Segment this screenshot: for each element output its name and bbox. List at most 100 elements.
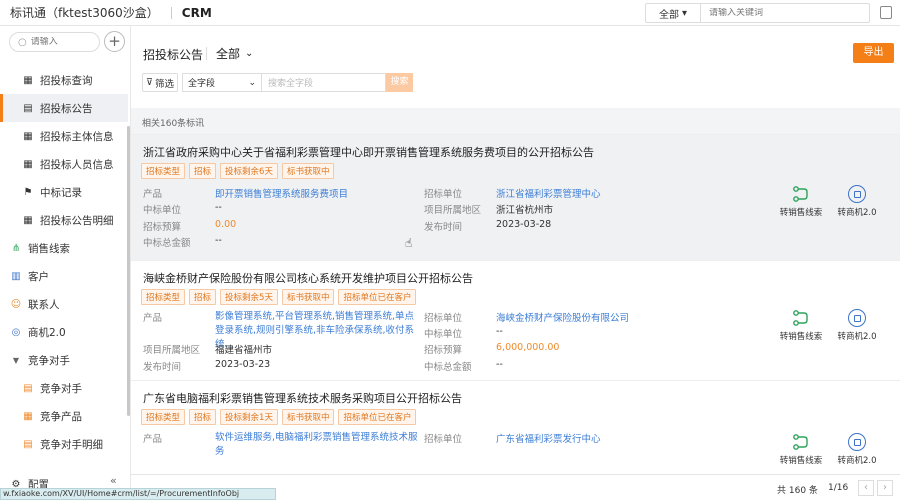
sidebar-item-bid-detail[interactable]: ▦ 招投标公告明细	[0, 206, 128, 234]
sidebar-item-label: 中标记录	[40, 186, 82, 199]
action-label: 转商机2.0	[837, 208, 877, 218]
to-opportunity-button[interactable]: 转商机2.0	[833, 309, 881, 342]
opportunity-icon	[848, 433, 866, 451]
tag: 招标	[189, 163, 217, 179]
to-sales-lead-button[interactable]: 转销售线索	[777, 433, 825, 466]
filter-label: 筛选	[154, 78, 174, 90]
search-scope-select[interactable]: 全部 ▾	[646, 4, 701, 22]
search-button[interactable]: 搜索	[386, 73, 413, 92]
tag: 招标单位已在客户	[338, 409, 417, 425]
sidebar-item-label: 竞争产品	[40, 410, 82, 423]
sidebar-item-bid-entity[interactable]: ▦ 招投标主体信息	[0, 122, 128, 150]
view-select-label: 全部	[216, 47, 241, 61]
document-icon: ▤	[23, 382, 33, 394]
sidebar-item-label: 竞争对手	[40, 382, 82, 395]
page-title: 招投标公告	[143, 48, 204, 62]
sidebar-item-competitor-detail[interactable]: ▤ 竞争对手明细	[0, 430, 128, 458]
filter-icon: ⊽	[146, 77, 153, 88]
tag: 招标类型	[141, 163, 186, 179]
bid-notice-card[interactable]: 浙江省政府采购中心关于省福利彩票管理中心即开票销售管理系统服务费项目的公开招标公…	[131, 134, 900, 260]
sidebar-scrollbar[interactable]	[127, 126, 130, 416]
to-sales-lead-button[interactable]: 转销售线索	[777, 185, 825, 218]
sidebar-item-label: 招投标公告	[40, 102, 93, 115]
card-title[interactable]: 海峡金桥财产保险股份有限公司核心系统开发维护项目公开招标公告	[143, 270, 473, 286]
convert-lead-icon	[793, 186, 808, 202]
sidebar-item-win-records[interactable]: ⚑ 中标记录	[0, 178, 128, 206]
tag: 投标剩余5天	[220, 289, 278, 305]
person-icon: ☺	[10, 298, 22, 310]
sidebar-item-label: 招投标主体信息	[40, 130, 114, 143]
sidebar-item-label: 招投标公告明细	[40, 214, 114, 227]
circle-icon: ◎	[11, 326, 21, 338]
convert-lead-icon	[793, 434, 808, 450]
global-search: 全部 ▾	[645, 3, 870, 23]
sidebar-item-competitors[interactable]: ▤ 竞争对手	[0, 374, 128, 402]
tag-list: 招标类型 招标 投标剩余5天 标书获取中 招标单位已在客户	[141, 289, 417, 305]
prev-page-button[interactable]: ‹	[858, 480, 874, 496]
sidebar-item-label: 联系人	[28, 298, 60, 311]
sidebar-item-label: 销售线索	[28, 242, 70, 255]
tag: 招标类型	[141, 409, 186, 425]
sidebar-item-label: 商机2.0	[28, 326, 66, 339]
to-opportunity-button[interactable]: 转商机2.0	[833, 185, 881, 218]
add-menu-button[interactable]: +	[104, 31, 125, 52]
tag: 招标	[189, 289, 217, 305]
chevron-down-icon: ▾	[681, 7, 688, 19]
opportunity-icon	[848, 309, 866, 327]
sidebar-item-competitor-products[interactable]: ▦ 竞争产品	[0, 402, 128, 430]
convert-lead-icon	[793, 310, 808, 326]
sidebar-item-sales-leads[interactable]: ⋔ 销售线索	[0, 234, 128, 262]
search-scope-label: 全部	[658, 9, 679, 21]
tag: 标书获取中	[281, 163, 335, 179]
notes-icon[interactable]	[880, 6, 892, 19]
collapse-sidebar-button[interactable]: «	[110, 474, 117, 487]
filter-button[interactable]: ⊽ 筛选	[142, 73, 178, 92]
sidebar-search-input[interactable]	[30, 37, 91, 47]
bid-notice-card[interactable]: 广东省电脑福利彩票销售管理系统技术服务采购项目公开招标公告 招标类型 招标 投标…	[131, 380, 900, 474]
keyword-input[interactable]: 搜索全字段	[262, 73, 386, 92]
hand-cursor-icon: ☝	[405, 236, 413, 250]
card-title[interactable]: 广东省电脑福利彩票销售管理系统技术服务采购项目公开招标公告	[143, 390, 462, 406]
sidebar-item-bid-query[interactable]: ▦ 招投标查询	[0, 66, 128, 94]
global-search-input[interactable]	[701, 8, 866, 18]
divider	[170, 6, 172, 19]
list-header: 招投标公告 全部 ⌄ 导出 ⊽ 筛选 全字段 ⌄ 搜索全字段 搜索	[131, 26, 900, 108]
view-select[interactable]: 全部 ⌄	[216, 45, 253, 62]
sidebar-item-bid-personnel[interactable]: ▦ 招投标人员信息	[0, 150, 128, 178]
result-count: 相关160条标讯	[142, 119, 205, 129]
bid-notice-card[interactable]: 海峡金桥财产保险股份有限公司核心系统开发维护项目公开招标公告 招标类型 招标 投…	[131, 260, 900, 380]
search-icon: ○	[18, 36, 27, 48]
tag: 投标剩余1天	[220, 409, 278, 425]
sidebar: ○ + ▦ 招投标查询 ▤ 招投标公告 ▦ 招投标主体信息 ▦ 招投标人员信息 …	[0, 26, 131, 500]
sidebar-group-competitors[interactable]: ▼ 竞争对手	[0, 346, 128, 374]
module-name[interactable]: CRM	[182, 6, 212, 20]
tag-list: 招标类型 招标 投标剩余1天 标书获取中 招标单位已在客户	[141, 409, 417, 425]
status-url: w.fxiaoke.com/XV/UI/Home#crm/list/=/Proc…	[0, 488, 276, 500]
sidebar-item-customers[interactable]: ▥ 客户	[0, 262, 128, 290]
field-select[interactable]: 全字段 ⌄	[182, 73, 262, 92]
grid-icon: ▦	[23, 410, 33, 422]
sidebar-item-contacts[interactable]: ☺ 联系人	[0, 290, 128, 318]
action-label: 转销售线索	[779, 456, 823, 466]
clue-icon: ⋔	[11, 242, 21, 254]
tag: 标书获取中	[281, 289, 335, 305]
sidebar-item-bid-notice[interactable]: ▤ 招投标公告	[0, 94, 128, 122]
grid-icon: ▦	[23, 158, 33, 170]
sidebar-item-opportunity[interactable]: ◎ 商机2.0	[0, 318, 128, 346]
sidebar-item-label: 竞争对手明细	[40, 438, 103, 451]
to-sales-lead-button[interactable]: 转销售线索	[777, 309, 825, 342]
tag: 招标单位已在客户	[338, 289, 417, 305]
tag: 招标类型	[141, 289, 186, 305]
to-opportunity-button[interactable]: 转商机2.0	[833, 433, 881, 466]
action-label: 转商机2.0	[837, 332, 877, 342]
grid-icon: ▦	[23, 130, 33, 142]
export-button[interactable]: 导出	[853, 43, 894, 63]
chevron-down-icon: ⌄	[245, 48, 254, 59]
card-title[interactable]: 浙江省政府采购中心关于省福利彩票管理中心即开票销售管理系统服务费项目的公开招标公…	[143, 144, 594, 160]
next-page-button[interactable]: ›	[877, 480, 893, 496]
sidebar-search[interactable]: ○	[9, 32, 100, 52]
action-label: 转销售线索	[779, 332, 823, 342]
main-content: 招投标公告 全部 ⌄ 导出 ⊽ 筛选 全字段 ⌄ 搜索全字段 搜索 相关160条…	[131, 26, 900, 500]
opportunity-icon	[848, 185, 866, 203]
page-select[interactable]: 1/16	[828, 483, 848, 493]
